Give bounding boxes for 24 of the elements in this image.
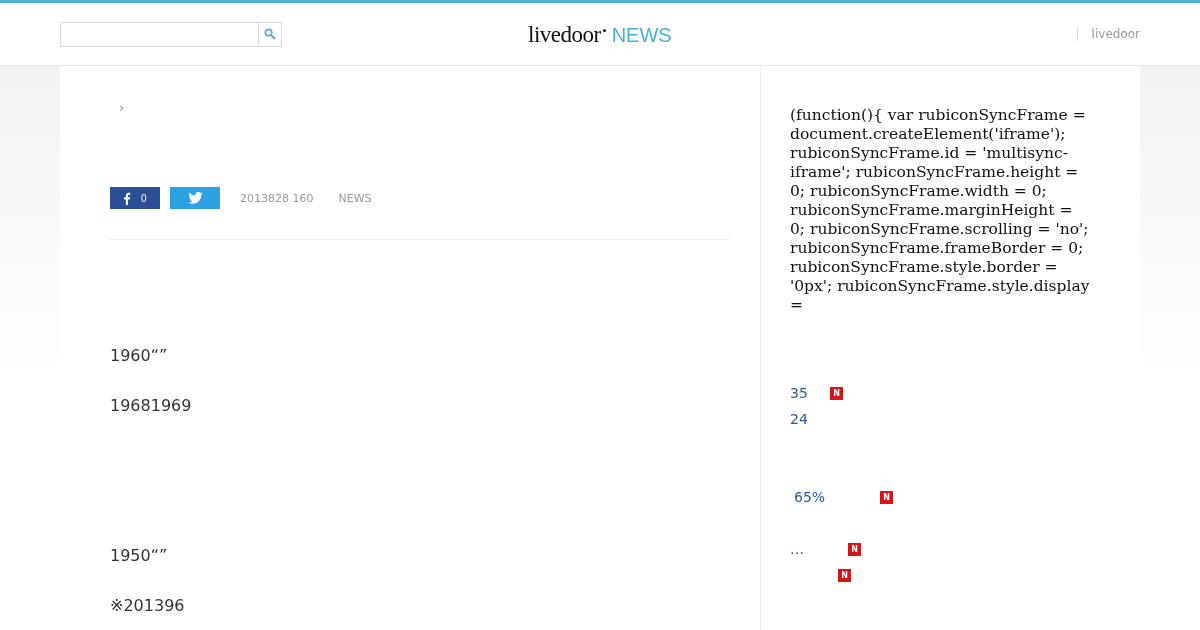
facebook-icon: [123, 191, 131, 205]
article-paragraph: 1950“”: [110, 546, 168, 565]
search-field[interactable]: [60, 21, 258, 47]
article-paragraph: 1960“”: [110, 346, 168, 365]
site-logo[interactable]: livedoor NEWS: [528, 22, 672, 48]
news-link[interactable]: 35: [790, 385, 830, 401]
new-badge: N: [830, 386, 843, 400]
bird-icon: [187, 192, 203, 204]
search-button[interactable]: [258, 21, 282, 47]
new-badge: N: [880, 490, 893, 504]
news-source: NEWS: [338, 191, 372, 205]
news-link[interactable]: …: [790, 541, 848, 557]
article-paragraph: 19681969: [110, 396, 192, 415]
twitter-share-button[interactable]: [170, 187, 220, 209]
search-icon: [264, 28, 276, 40]
new-badge: N: [838, 568, 851, 582]
news-link[interactable]: 65%: [790, 489, 880, 505]
script-code-text: (function(){ var rubiconSyncFrame = document.createElement('iframe'); rubiconSyncFrame.id = 'multisync-iframe'; rubiconSyncFrame.height = 0; rubiconSyncFrame.width = 0; rubiconSyncFrame.marginHeight = 0; rubiconSyncFrame.scrolling = 'no'; rubiconSyncFrame.frameBorder = 0; rubiconSyncFrame.style.border = '0px'; rubiconSyncFrame.style.display =: [790, 106, 1090, 315]
facebook-share-button[interactable]: 0: [110, 187, 160, 209]
new-badge: N: [848, 542, 861, 556]
article-paragraph: ※201396: [110, 596, 185, 615]
publish-date: 2013828 160: [240, 191, 314, 205]
news-link[interactable]: 24: [790, 411, 830, 427]
breadcrumb-separator: ›: [119, 100, 126, 115]
